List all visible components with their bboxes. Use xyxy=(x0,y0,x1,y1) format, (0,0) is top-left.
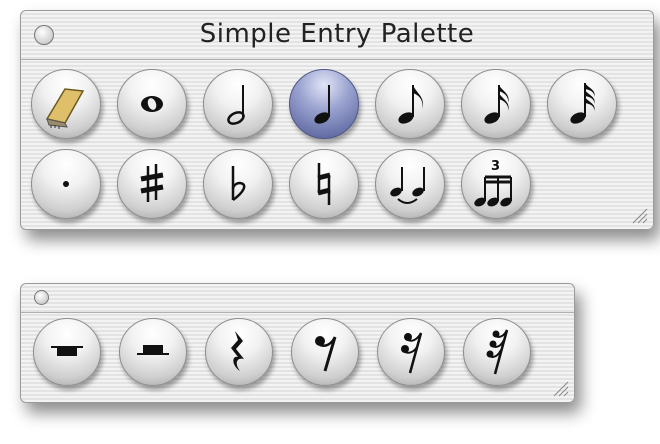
resize-grip-icon[interactable] xyxy=(627,203,649,225)
half-rest-button[interactable] xyxy=(119,318,187,386)
tuplet-number: 3 xyxy=(491,159,500,174)
flat-button[interactable] xyxy=(203,149,273,219)
dot-icon xyxy=(63,181,69,187)
whole-note-button[interactable] xyxy=(117,69,187,139)
palette-titlebar[interactable]: Simple Entry Palette xyxy=(21,11,653,60)
tuplet-button[interactable]: 3 xyxy=(461,149,531,219)
quarter-note-button[interactable] xyxy=(289,69,359,139)
eighth-rest-icon xyxy=(315,336,337,372)
natural-icon xyxy=(317,163,331,205)
half-note-icon xyxy=(227,85,245,125)
eraser-tool-button[interactable] xyxy=(31,69,101,139)
thirty-second-rest-button[interactable] xyxy=(463,318,531,386)
half-rest-icon xyxy=(137,345,169,355)
flat-icon xyxy=(231,166,246,202)
sharp-button[interactable] xyxy=(117,149,187,219)
palette-title: Simple Entry Palette xyxy=(199,19,475,49)
tuplet-icon: 3 xyxy=(474,159,512,207)
close-box-icon[interactable] xyxy=(34,290,49,305)
sixteenth-rest-icon xyxy=(401,332,423,374)
resize-grip-icon[interactable] xyxy=(548,376,570,398)
whole-rest-icon xyxy=(51,346,83,356)
half-note-button[interactable] xyxy=(203,69,273,139)
whole-note-icon xyxy=(141,96,163,112)
tie-button[interactable] xyxy=(375,149,445,219)
thirty-second-note-button[interactable] xyxy=(547,69,617,139)
thirty-second-note-icon xyxy=(570,83,595,124)
quarter-rest-icon xyxy=(231,331,244,371)
natural-button[interactable] xyxy=(289,149,359,219)
eighth-note-button[interactable] xyxy=(375,69,445,139)
sharp-icon xyxy=(140,164,164,202)
thirty-second-rest-icon xyxy=(486,329,509,375)
eighth-note-icon xyxy=(398,85,423,124)
dot-button[interactable] xyxy=(31,149,101,219)
tie-icon xyxy=(390,167,425,204)
eighth-rest-button[interactable] xyxy=(291,318,359,386)
eraser-icon xyxy=(45,88,85,129)
simple-entry-palette: Simple Entry Palette 3 xyxy=(20,10,654,230)
quarter-rest-button[interactable] xyxy=(205,318,273,386)
quarter-note-icon xyxy=(314,85,330,124)
sixteenth-note-button[interactable] xyxy=(461,69,531,139)
sixteenth-rest-button[interactable] xyxy=(377,318,445,386)
rest-palette-titlebar[interactable] xyxy=(21,284,574,313)
whole-rest-button[interactable] xyxy=(33,318,101,386)
rest-palette xyxy=(20,283,575,403)
sixteenth-note-icon xyxy=(484,85,509,124)
